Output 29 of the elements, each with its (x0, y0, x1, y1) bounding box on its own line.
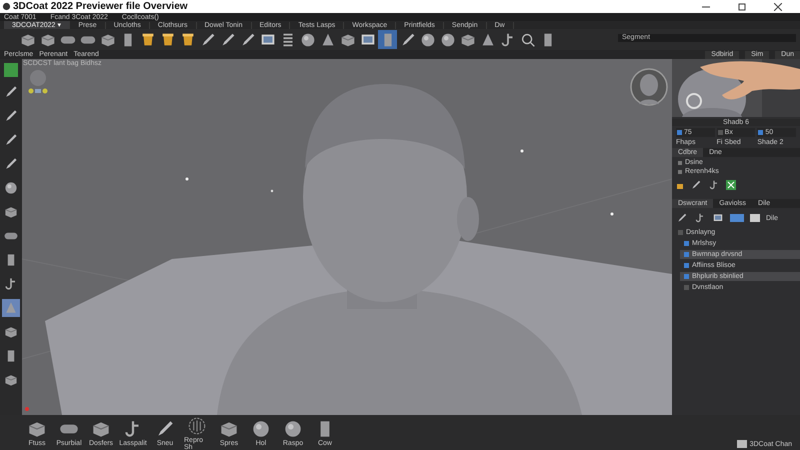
brush-icon[interactable] (3, 156, 19, 172)
app-logo-icon (2, 2, 11, 11)
checkbox[interactable] (718, 130, 723, 135)
checkbox[interactable] (758, 130, 764, 135)
brush-icon[interactable] (3, 108, 19, 124)
bullet-icon (678, 170, 682, 174)
restore-icon[interactable] (738, 2, 746, 10)
visibility-toggle[interactable] (684, 274, 689, 279)
visibility-toggle[interactable] (684, 241, 689, 246)
visibility-toggle[interactable] (684, 285, 689, 290)
bullet-icon (678, 160, 682, 164)
sphere-icon[interactable] (438, 30, 456, 48)
window-title: 3DCoat 2022 Previewer file Overview (13, 1, 188, 12)
visibility-toggle[interactable] (684, 263, 689, 268)
visibility-toggle[interactable] (678, 230, 683, 235)
visibility-toggle[interactable] (684, 252, 689, 257)
sphere-icon[interactable] (3, 180, 19, 196)
brush-icon[interactable] (3, 132, 19, 148)
monitor-icon (736, 440, 747, 448)
checkbox[interactable] (677, 130, 682, 135)
sphere-icon[interactable] (418, 30, 436, 48)
brush-icon[interactable] (690, 179, 702, 191)
monitor-icon[interactable] (712, 212, 724, 224)
brush-icon[interactable] (676, 212, 688, 224)
hook-icon[interactable] (708, 179, 720, 191)
sphere-icon[interactable] (298, 30, 316, 48)
hook-icon[interactable] (694, 212, 706, 224)
brush-icon[interactable] (3, 84, 19, 100)
close-icon[interactable] (774, 2, 782, 10)
